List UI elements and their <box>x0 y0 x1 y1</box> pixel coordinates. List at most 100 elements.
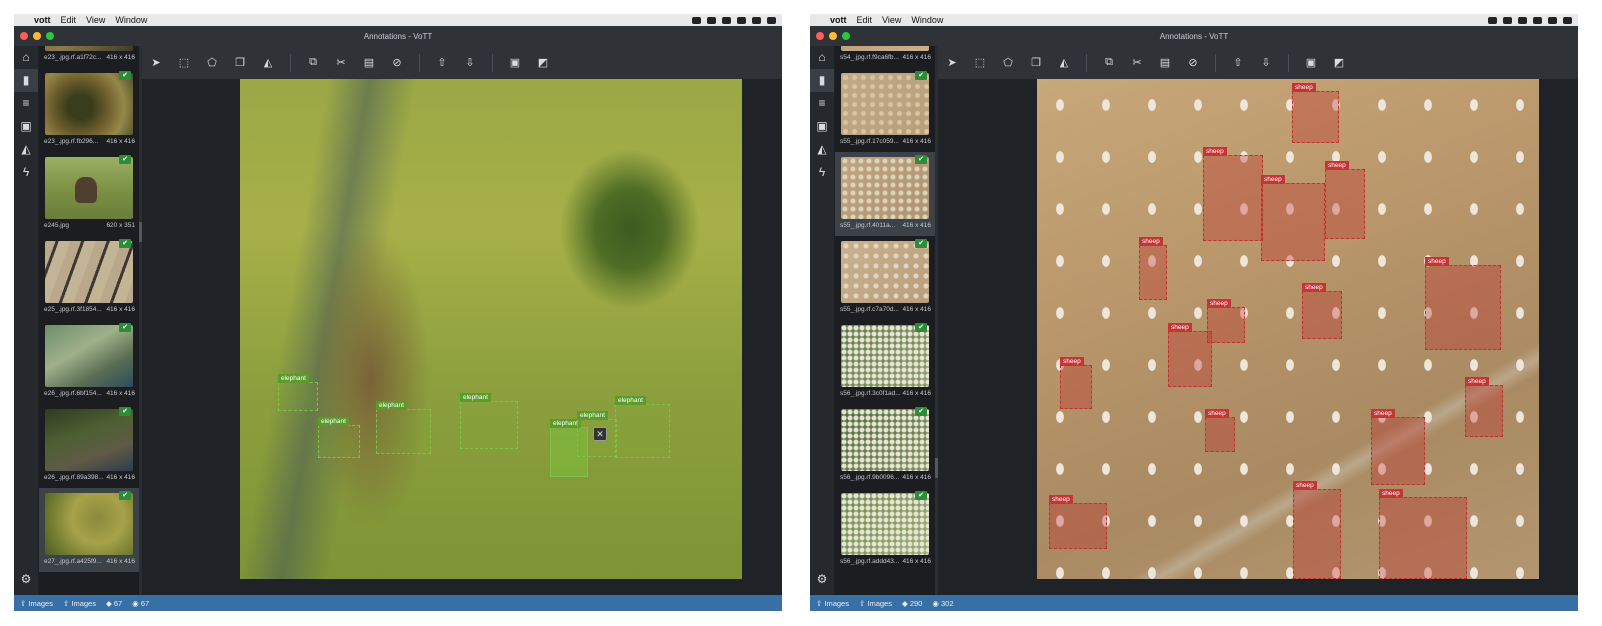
tray-icon[interactable] <box>737 16 746 24</box>
app-menu[interactable]: vott <box>34 15 51 25</box>
image-export-icon[interactable]: ▣ <box>810 115 834 138</box>
thumbnail-item-selected[interactable]: ✔ e27_.jpg.rf.a425f9... 416 x 416 <box>39 488 139 572</box>
sheep-region[interactable]: sheep <box>1425 257 1501 350</box>
tray-icon[interactable] <box>1488 16 1497 24</box>
sheep-region[interactable]: sheep <box>1207 299 1245 343</box>
polygon-icon[interactable]: ⬠ <box>198 56 226 69</box>
cut-icon[interactable]: ✂ <box>327 56 355 69</box>
elephant-region[interactable]: elephant <box>615 396 670 458</box>
gear-icon[interactable]: ⚙ <box>14 568 38 591</box>
tray-icon[interactable] <box>722 16 731 24</box>
copy-icon[interactable]: ⧉ <box>299 56 327 69</box>
tray-icon[interactable] <box>752 16 761 24</box>
next-icon[interactable]: ⇩ <box>1252 56 1280 69</box>
polygon-icon[interactable]: ⬠ <box>994 56 1022 69</box>
tray-icon[interactable] <box>692 16 701 24</box>
elephant-region[interactable]: elephant <box>278 374 318 411</box>
sliders-icon[interactable]: ≡ <box>810 92 834 115</box>
previous-icon[interactable]: ⇧ <box>1224 56 1252 69</box>
cut-icon[interactable]: ✂ <box>1123 56 1151 69</box>
thumbnail-item[interactable]: ✔ e23_.jpg.rf.fb296... 416 x 416 <box>39 68 139 152</box>
previous-icon[interactable]: ⇧ <box>428 56 456 69</box>
clear-icon[interactable]: ⊘ <box>1179 56 1207 69</box>
elephant-region[interactable]: elephant <box>318 417 360 458</box>
tray-icon[interactable] <box>1518 16 1527 24</box>
zoom-window-button[interactable] <box>842 32 850 40</box>
tray-icon[interactable] <box>1503 16 1512 24</box>
copy-icon[interactable]: ⧉ <box>1095 56 1123 69</box>
paste-icon[interactable]: ▤ <box>355 56 383 69</box>
home-icon[interactable]: ⌂ <box>810 46 834 69</box>
thumbnail-item[interactable]: e23_.jpg.rf.a1f72c... 416 x 416 <box>39 46 139 68</box>
gear-icon[interactable]: ⚙ <box>810 568 834 591</box>
clear-icon[interactable]: ⊘ <box>383 56 411 69</box>
thumbnail-item[interactable]: ✔ e25_.jpg.rf.3f1854... 416 x 416 <box>39 236 139 320</box>
thumbnail-item[interactable]: ✔ s56_.jpg.rf.addd43... 416 x 416 <box>835 488 935 572</box>
tray-icon[interactable] <box>1533 16 1542 24</box>
sheep-region[interactable]: sheep <box>1371 409 1425 485</box>
sheep-region[interactable]: sheep <box>1379 489 1467 579</box>
pointer-icon[interactable]: ➤ <box>142 56 170 69</box>
close-window-button[interactable] <box>816 32 824 40</box>
thumbnail-item[interactable]: s54_.jpg.rf.f9ca6fb... 416 x 416 <box>835 46 935 68</box>
bookmark-icon[interactable]: ▮ <box>810 69 834 92</box>
menu-edit[interactable]: Edit <box>61 15 77 25</box>
tray-icon[interactable] <box>1548 16 1557 24</box>
save-icon[interactable]: ▣ <box>501 56 529 69</box>
aerial-sheep-photo[interactable]: sheep sheep sheep sheep sheep sheep shee… <box>1037 79 1539 579</box>
home-icon[interactable]: ⌂ <box>14 46 38 69</box>
rectangle-icon[interactable]: ⬚ <box>170 56 198 69</box>
copy-rectangle-icon[interactable]: ❐ <box>226 56 254 69</box>
thumbnail-item-selected[interactable]: ✔ s55_.jpg.rf.4011a... 416 x 416 <box>835 152 935 236</box>
minimize-window-button[interactable] <box>829 32 837 40</box>
thumbnail-item[interactable]: ✔ s55_.jpg.rf.17c059... 416 x 416 <box>835 68 935 152</box>
tray-icon[interactable] <box>1563 16 1572 24</box>
thumbnail-item[interactable]: ✔ e26_.jpg.rf.89a398... 416 x 416 <box>39 404 139 488</box>
thumbnail-item[interactable]: ✔ e26_.jpg.rf.6bf154... 416 x 416 <box>39 320 139 404</box>
next-icon[interactable]: ⇩ <box>456 56 484 69</box>
pointer-icon[interactable]: ➤ <box>938 56 966 69</box>
sliders-icon[interactable]: ≡ <box>14 92 38 115</box>
plug-icon[interactable]: ϟ <box>810 161 834 184</box>
menu-view[interactable]: View <box>882 15 901 25</box>
sheep-region[interactable]: sheep <box>1465 377 1503 437</box>
plug-icon[interactable]: ϟ <box>14 161 38 184</box>
thumbnail-item[interactable]: ✔ s56_.jpg.rf.9b0096... 416 x 416 <box>835 404 935 488</box>
export-icon[interactable]: ◩ <box>1325 56 1353 69</box>
elephant-region[interactable]: elephant <box>376 401 431 454</box>
tray-icon[interactable] <box>707 16 716 24</box>
menu-window[interactable]: Window <box>911 15 943 25</box>
bookmark-icon[interactable]: ▮ <box>14 69 38 92</box>
delete-region-icon[interactable]: ✕ <box>593 427 607 441</box>
tray-icon[interactable] <box>767 16 776 24</box>
menu-edit[interactable]: Edit <box>857 15 873 25</box>
menu-window[interactable]: Window <box>115 15 147 25</box>
thumbnail-item[interactable]: ✔ s55_.jpg.rf.c7a70d... 416 x 416 <box>835 236 935 320</box>
image-export-icon[interactable]: ▣ <box>14 115 38 138</box>
active-learning-icon[interactable]: ◭ <box>254 56 282 69</box>
export-icon[interactable]: ◩ <box>529 56 557 69</box>
sheep-region[interactable]: sheep <box>1139 237 1167 300</box>
rectangle-icon[interactable]: ⬚ <box>966 56 994 69</box>
graduation-cap-icon[interactable]: ◭ <box>810 138 834 161</box>
sheep-region[interactable]: sheep <box>1261 175 1325 261</box>
aerial-elephant-photo[interactable]: elephant elephant elephant elephant elep… <box>240 79 742 579</box>
sheep-region[interactable]: sheep <box>1060 357 1092 409</box>
graduation-cap-icon[interactable]: ◭ <box>14 138 38 161</box>
sheep-region[interactable]: sheep <box>1049 495 1107 549</box>
thumbnail-item[interactable]: ✔ s56_.jpg.rf.3c0f1ad... 416 x 416 <box>835 320 935 404</box>
sheep-region[interactable]: sheep <box>1205 409 1235 452</box>
elephant-region[interactable]: elephant <box>460 393 518 449</box>
sheep-region[interactable]: sheep <box>1325 161 1365 239</box>
thumbnail-item[interactable]: ✔ e245.jpg 620 x 351 <box>39 152 139 236</box>
sheep-region[interactable]: sheep <box>1293 481 1341 579</box>
active-learning-icon[interactable]: ◭ <box>1050 56 1078 69</box>
save-icon[interactable]: ▣ <box>1297 56 1325 69</box>
sheep-region[interactable]: sheep <box>1292 83 1339 143</box>
copy-rectangle-icon[interactable]: ❐ <box>1022 56 1050 69</box>
sheep-region[interactable]: sheep <box>1168 323 1212 387</box>
sheep-region[interactable]: sheep <box>1302 283 1342 339</box>
close-window-button[interactable] <box>20 32 28 40</box>
paste-icon[interactable]: ▤ <box>1151 56 1179 69</box>
app-menu[interactable]: vott <box>830 15 847 25</box>
